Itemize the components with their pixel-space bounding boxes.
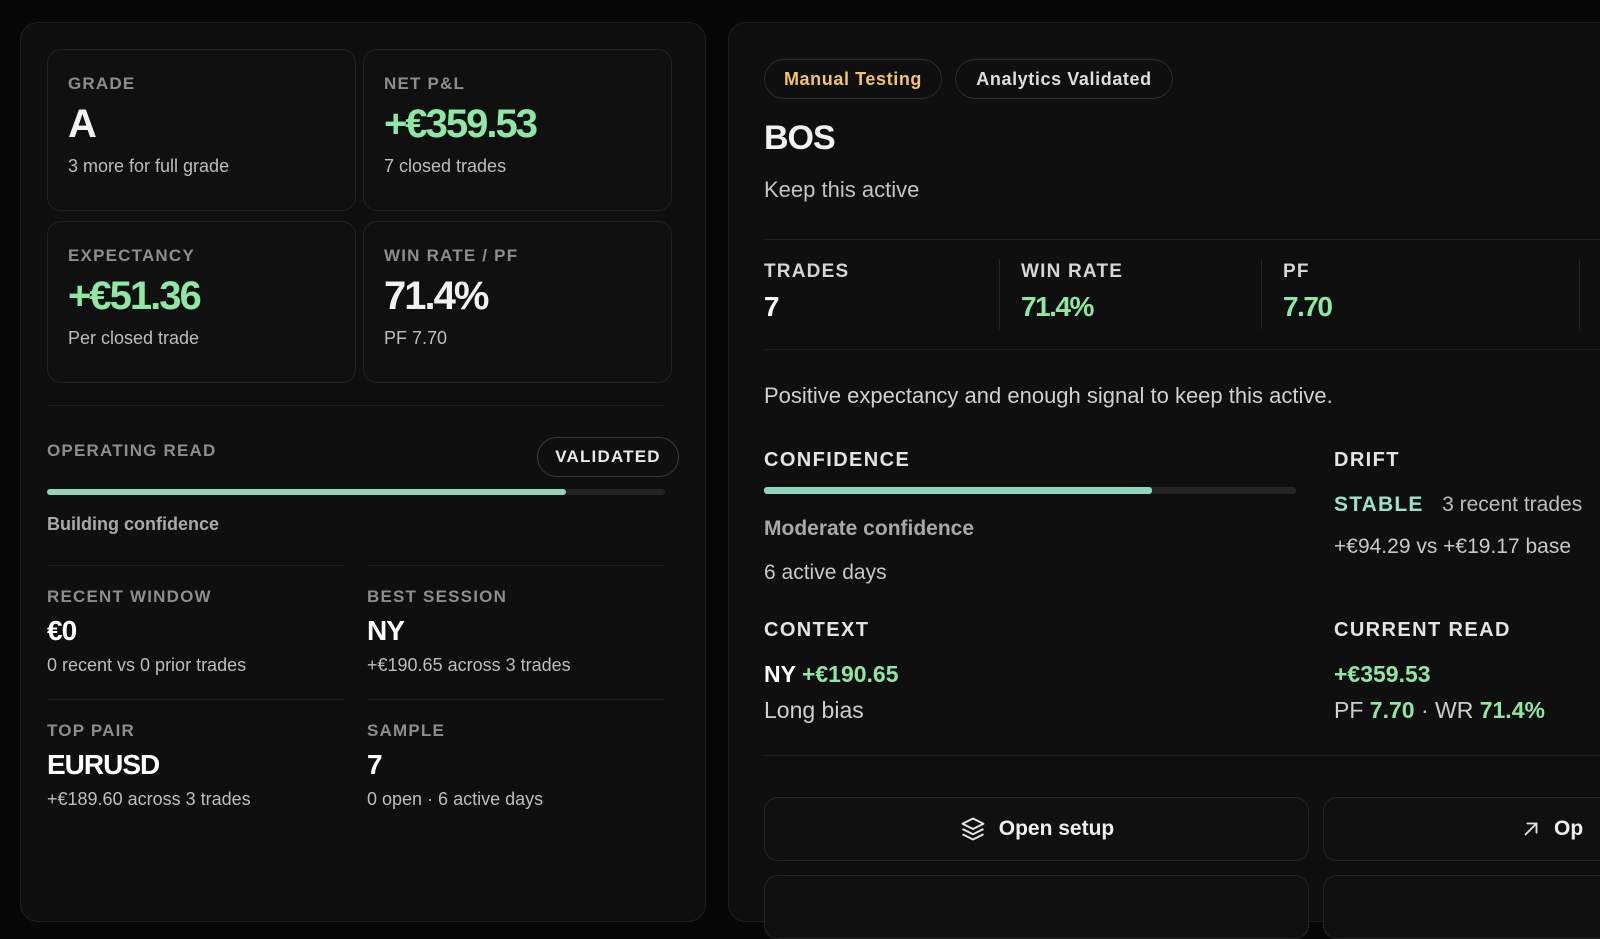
confidence-days: 6 active days [764,561,887,584]
expectancy-value: +€51.36 [68,274,202,318]
current-read-wr: 71.4% [1479,697,1545,723]
sample-value: 7 [367,749,383,780]
trades-metric: TRADES 7 [764,261,849,323]
drift-compare: +€94.29 vs +€19.17 base [1334,535,1572,558]
operating-read-progress [47,489,665,495]
trades-label: TRADES [764,261,850,282]
open-secondary-label: Op [1554,817,1584,840]
recent-window-cell: RECENT WINDOW €0 0 recent vs 0 prior tra… [47,587,246,676]
divider [367,699,665,700]
net-pl-value: +€359.53 [384,102,538,146]
grade-sub: 3 more for full grade [68,156,230,176]
grade-value: A [68,102,97,146]
confidence-progress-fill [764,487,1153,494]
pf-label: PF [1283,261,1310,282]
drift-status: STABLE [1334,493,1424,516]
win-rate-value: 71.4% [1021,291,1094,322]
arrow-up-right-icon [1520,818,1542,840]
top-pair-label: TOP PAIR [47,721,136,740]
summary-text: Positive expectancy and enough signal to… [764,383,1333,408]
divider [47,699,345,700]
win-rate-label: WIN RATE [1021,261,1124,282]
context-bias: Long bias [764,697,864,723]
win-rate-pf-value: 71.4% [384,274,489,318]
trades-value: 7 [764,291,780,322]
win-rate-pf-label: WIN RATE / PF [384,246,519,265]
pf-value: 7.70 [1283,291,1333,322]
operating-read-status: Building confidence [47,514,220,534]
best-session-note: +€190.65 across 3 trades [367,655,571,675]
operating-read-progress-fill [47,489,567,495]
confidence-label: CONFIDENCE [764,449,911,471]
open-setup-label: Open setup [998,817,1115,840]
recent-window-note: 0 recent vs 0 prior trades [47,655,247,675]
current-read-value: +€359.53 [1334,661,1431,687]
divider [764,755,1600,756]
strategy-stats-panel: GRADE A 3 more for full grade NET P&L +€… [20,22,706,922]
sample-note: 0 open · 6 active days [367,789,544,809]
best-session-label: BEST SESSION [367,587,508,606]
net-pl-sub: 7 closed trades [384,156,507,176]
current-read-wr-label: WR [1435,697,1474,723]
open-secondary-button[interactable]: Op [1323,797,1600,861]
validated-badge: VALIDATED [537,437,679,477]
top-pair-value: EURUSD [47,749,160,780]
win-rate-pf-sub: PF 7.70 [384,328,448,348]
expectancy-sub: Per closed trade [68,328,200,348]
secondary-action-button[interactable] [764,875,1309,939]
analytics-validated-tag[interactable]: Analytics Validated [955,59,1173,99]
divider [764,239,1600,240]
context-amount: +€190.65 [801,661,899,687]
win-rate-metric: WIN RATE 71.4% [1021,261,1123,323]
metric-separator [999,259,1000,329]
expectancy-card: EXPECTANCY +€51.36 Per closed trade [47,221,356,383]
pf-metric: PF 7.70 [1283,261,1333,323]
recent-window-label: RECENT WINDOW [47,587,212,606]
layers-icon [959,815,987,843]
sample-label: SAMPLE [367,721,446,740]
divider [367,565,665,566]
context-session-row: NY +€190.65 [764,661,899,688]
net-pl-card: NET P&L +€359.53 7 closed trades [363,49,672,211]
win-rate-pf-card: WIN RATE / PF 71.4% PF 7.70 [363,221,672,383]
open-setup-button[interactable]: Open setup [764,797,1309,861]
current-read-label: CURRENT READ [1334,619,1511,641]
expectancy-label: EXPECTANCY [68,246,195,265]
operating-read-label: OPERATING READ [47,441,217,460]
divider [47,565,345,566]
divider [764,349,1600,350]
drift-label: DRIFT [1334,449,1400,471]
metric-separator [1261,259,1262,329]
secondary-action-button[interactable] [1323,875,1600,939]
drift-recent: 3 recent trades [1442,493,1583,516]
strategy-subtitle: Keep this active [764,177,920,202]
sample-cell: SAMPLE 7 0 open · 6 active days [367,721,543,810]
strategy-detail-panel: Manual Testing Analytics Validated BOS K… [728,22,1600,939]
confidence-progress [764,487,1296,494]
current-read-sep: · [1420,697,1429,723]
grade-label: GRADE [68,74,136,93]
current-read-pf: 7.70 [1369,697,1415,723]
manual-testing-tag[interactable]: Manual Testing [764,59,942,99]
top-pair-note: +€189.60 across 3 trades [47,789,251,809]
confidence-level: Moderate confidence [764,517,975,540]
strategy-title: BOS [764,119,836,157]
context-session: NY [764,661,796,687]
context-label: CONTEXT [764,619,870,641]
recent-window-value: €0 [47,615,77,646]
current-read-pf-label: PF [1334,697,1364,723]
divider [47,405,665,406]
best-session-cell: BEST SESSION NY +€190.65 across 3 trades [367,587,571,676]
top-pair-cell: TOP PAIR EURUSD +€189.60 across 3 trades [47,721,251,810]
net-pl-label: NET P&L [384,74,466,93]
drift-status-row: STABLE 3 recent trades [1334,493,1582,517]
grade-card: GRADE A 3 more for full grade [47,49,356,211]
best-session-value: NY [367,615,405,646]
metric-separator [1579,259,1580,329]
current-read-detail: PF 7.70 · WR 71.4% [1334,697,1545,724]
